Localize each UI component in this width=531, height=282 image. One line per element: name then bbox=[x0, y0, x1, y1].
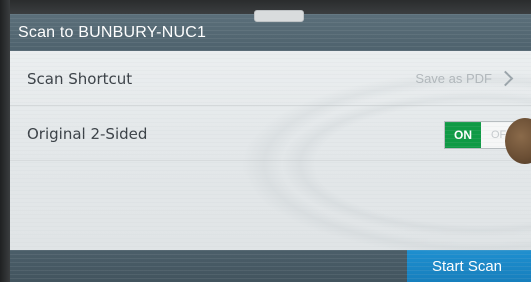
scan-shortcut-label: Scan Shortcut bbox=[27, 69, 133, 88]
bezel-left bbox=[0, 0, 10, 282]
scan-shortcut-value[interactable]: Save as PDF bbox=[415, 70, 514, 87]
chevron-right-icon bbox=[497, 70, 514, 87]
scan-shortcut-row[interactable]: Scan Shortcut Save as PDF bbox=[10, 52, 531, 106]
touch-screen: Scan to BUNBURY-NUC1 Scan Shortcut Save … bbox=[10, 14, 531, 282]
start-scan-button[interactable]: Start Scan bbox=[407, 250, 531, 282]
original-2-sided-label: Original 2-Sided bbox=[27, 124, 148, 143]
page-title: Scan to BUNBURY-NUC1 bbox=[18, 23, 207, 41]
action-bar: Start Scan bbox=[10, 250, 531, 282]
original-2-sided-row: Original 2-Sided ON OFF bbox=[10, 107, 531, 161]
toggle-on-segment[interactable]: ON bbox=[445, 122, 481, 148]
scan-shortcut-value-text: Save as PDF bbox=[415, 71, 492, 86]
pull-down-handle[interactable] bbox=[254, 10, 304, 22]
device-frame: Scan to BUNBURY-NUC1 Scan Shortcut Save … bbox=[0, 0, 531, 282]
